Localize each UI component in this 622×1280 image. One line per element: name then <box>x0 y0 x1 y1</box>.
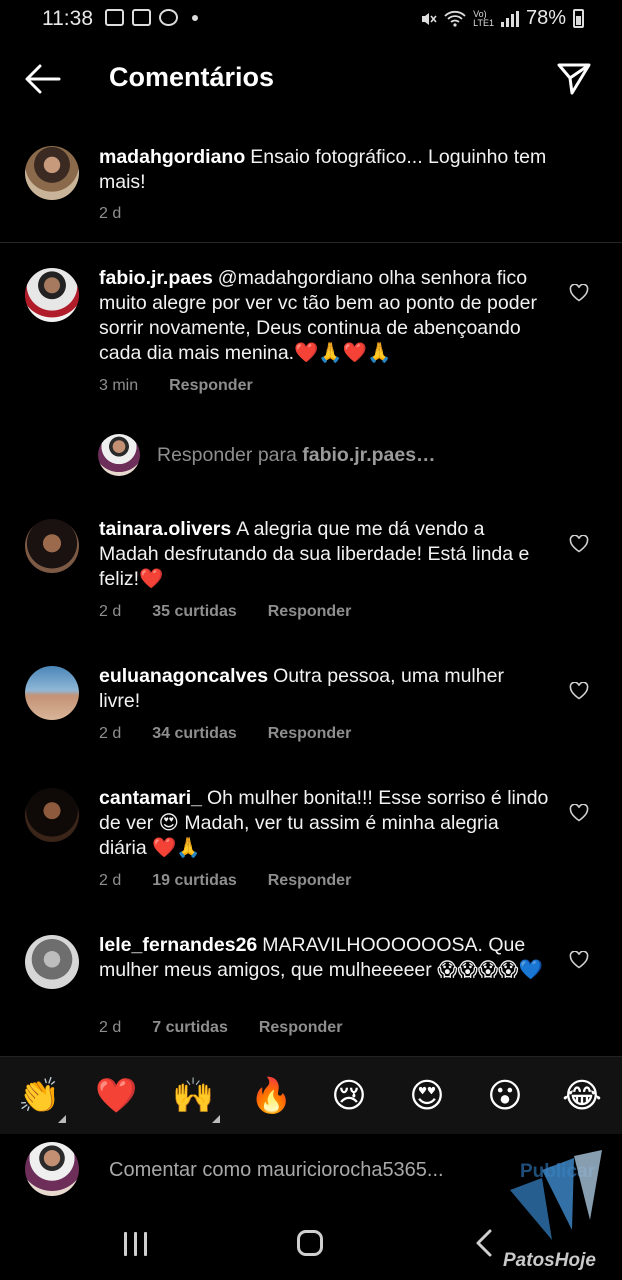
avatar[interactable] <box>25 666 79 720</box>
divider <box>0 242 622 243</box>
comment-username[interactable]: lele_fernandes26 <box>99 934 257 956</box>
reply-prompt[interactable]: Responder para fabio.jr.paes… <box>0 432 622 480</box>
comment-time: 2 d <box>99 872 122 889</box>
comment-meta: 2 d 35 curtidas Responder <box>99 603 351 621</box>
emoji-laughing[interactable]: 😂 <box>561 1075 603 1117</box>
comment-username[interactable]: tainara.olivers <box>99 518 231 540</box>
comment-input[interactable]: Comentar como mauriciorocha5365... <box>109 1159 444 1182</box>
comment-meta: 3 min Responder <box>99 377 253 395</box>
post-caption: madahgordiano Ensaio fotográfico... Logui… <box>0 138 622 242</box>
emoji-heart-eyes[interactable]: 😍 <box>406 1075 448 1117</box>
whatsapp-icon <box>159 9 178 26</box>
recent-apps-icon[interactable] <box>124 1232 147 1256</box>
avatar[interactable] <box>25 268 79 322</box>
caption-username[interactable]: madahgordiano <box>99 146 245 168</box>
likes-count[interactable]: 19 curtidas <box>152 872 236 890</box>
mute-icon <box>422 12 437 25</box>
more-notifications-icon <box>192 14 198 21</box>
avatar[interactable] <box>25 519 79 573</box>
emoji-quick-bar: 👏 ❤️ 🙌 🔥 😢 😍 😮 😂 <box>0 1056 622 1134</box>
page-title: Comentários <box>109 62 275 92</box>
mail-icon <box>132 9 151 26</box>
send-direct-icon[interactable] <box>556 60 592 96</box>
caption-time: 2 d <box>99 205 122 222</box>
likes-count[interactable]: 35 curtidas <box>152 603 236 621</box>
reply-button[interactable]: Responder <box>259 1019 343 1037</box>
heart-outline-icon[interactable] <box>569 682 589 700</box>
header: Comentários <box>0 48 622 110</box>
likes-count[interactable]: 34 curtidas <box>152 725 236 743</box>
reply-button[interactable]: Responder <box>268 872 352 890</box>
avatar[interactable] <box>25 146 79 200</box>
status-time: 11:38 <box>42 7 93 30</box>
heart-outline-icon[interactable] <box>569 804 589 822</box>
caption-text: madahgordiano Ensaio fotográfico... Logui… <box>99 145 569 195</box>
heart-outline-icon[interactable] <box>569 951 589 969</box>
comment-time: 3 min <box>99 377 139 394</box>
reply-button[interactable]: Responder <box>268 603 352 621</box>
system-icons: Vo) LTE1 78% <box>419 7 584 30</box>
watermark-text: PatosHoje <box>503 1250 596 1271</box>
nav-back-icon[interactable] <box>474 1228 494 1258</box>
likes-count[interactable]: 7 curtidas <box>152 1019 228 1037</box>
comment-username[interactable]: euluanagoncalves <box>99 665 268 687</box>
volte-icon: Vo) LTE1 <box>473 8 494 28</box>
avatar[interactable] <box>25 788 79 842</box>
comment-meta: 2 d 7 curtidas Responder <box>99 1019 342 1037</box>
reply-button[interactable]: Responder <box>268 725 352 743</box>
emoji-fire[interactable]: 🔥 <box>250 1075 292 1117</box>
reply-prefix: Responder para <box>157 444 303 466</box>
comment-username[interactable]: cantamari_ <box>99 787 202 809</box>
reply-username: fabio.jr.paes… <box>302 444 436 466</box>
emoji-raised-hands[interactable]: 🙌 <box>172 1075 220 1123</box>
avatar <box>98 434 140 476</box>
comment-text: euluanagoncalves Outra pessoa, uma mulher… <box>99 664 549 714</box>
comment-time: 2 d <box>99 725 122 742</box>
comment-text: tainara.olivers A alegria que me dá vendo… <box>99 517 539 592</box>
comment-item: cantamari_ Oh mulher bonita!!! Esse sorri… <box>0 786 622 896</box>
emoji-heart[interactable]: ❤️ <box>95 1075 137 1117</box>
emoji-surprised[interactable]: 😮 <box>484 1075 526 1117</box>
comment-time: 2 d <box>99 1019 122 1036</box>
comment-text: cantamari_ Oh mulher bonita!!! Esse sorri… <box>99 786 549 861</box>
wifi-icon <box>444 10 466 27</box>
back-arrow-icon[interactable] <box>24 62 62 96</box>
comment-item: tainara.olivers A alegria que me dá vendo… <box>0 517 622 627</box>
battery-icon <box>573 9 584 28</box>
comment-item: lele_fernandes26 MARAVILHOOOOOOSA. Que mu… <box>0 933 622 1043</box>
battery-percent: 78% <box>525 7 566 29</box>
gallery-icon <box>105 9 124 26</box>
comment-text: fabio.jr.paes @madahgordiano olha senhora… <box>99 266 547 366</box>
emoji-clap[interactable]: 👏 <box>18 1075 66 1123</box>
caption-meta: 2 d <box>99 205 121 223</box>
comment-meta: 2 d 19 curtidas Responder <box>99 872 351 890</box>
status-bar: 11:38 Vo) LTE1 78% <box>0 0 622 40</box>
comment-item: euluanagoncalves Outra pessoa, uma mulher… <box>0 664 622 754</box>
comment-text: lele_fernandes26 MARAVILHOOOOOOSA. Que mu… <box>99 933 551 983</box>
heart-outline-icon[interactable] <box>569 535 589 553</box>
comment-username[interactable]: fabio.jr.paes <box>99 267 213 289</box>
comment-meta: 2 d 34 curtidas Responder <box>99 725 351 743</box>
reply-button[interactable]: Responder <box>169 377 253 395</box>
signal-icon <box>500 10 519 27</box>
notification-icons <box>105 9 198 26</box>
emoji-crying[interactable]: 😢 <box>328 1075 370 1117</box>
comment-item: fabio.jr.paes @madahgordiano olha senhora… <box>0 266 622 406</box>
heart-outline-icon[interactable] <box>569 284 589 302</box>
reply-prompt-text[interactable]: Responder para fabio.jr.paes… <box>157 444 436 467</box>
avatar[interactable] <box>25 935 79 989</box>
comment-time: 2 d <box>99 603 122 620</box>
home-icon[interactable] <box>297 1230 323 1256</box>
avatar <box>25 1142 79 1196</box>
